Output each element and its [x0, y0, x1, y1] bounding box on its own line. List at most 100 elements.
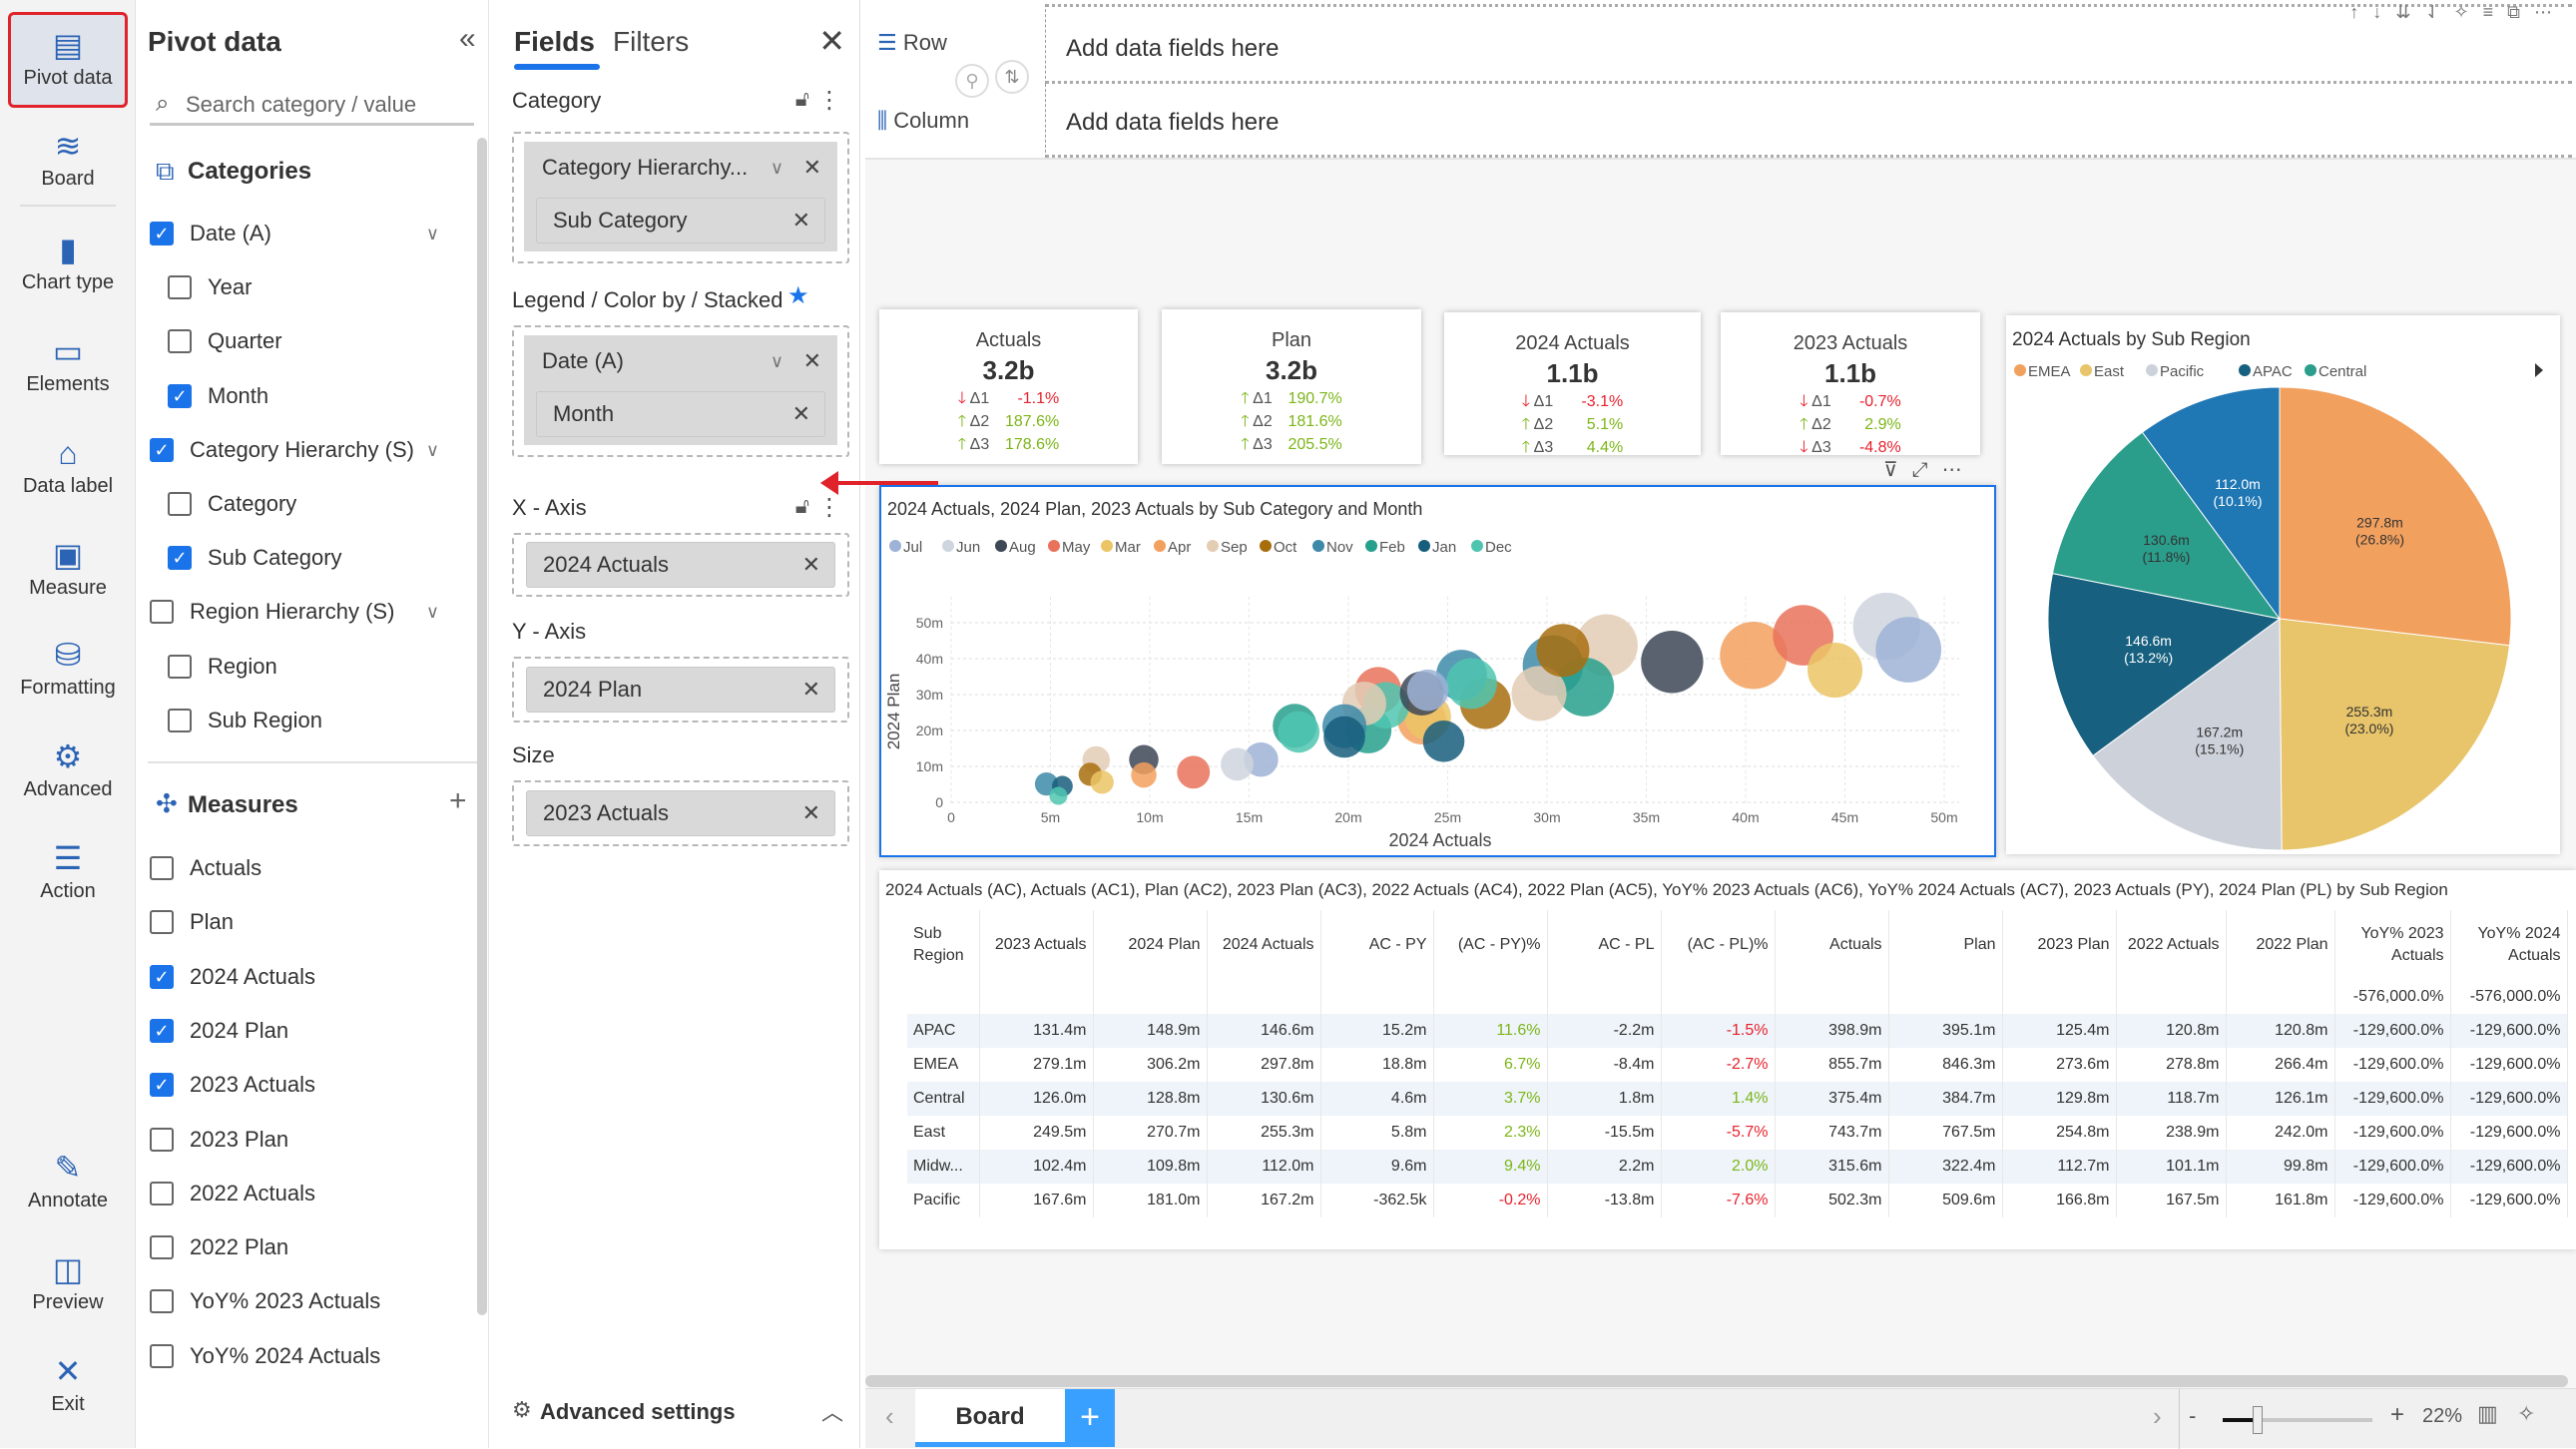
category-item[interactable]: ✓ Sub Category — [168, 538, 467, 578]
lock-icon[interactable]: 🔓︎ — [795, 86, 809, 112]
more-icon[interactable]: ⋮ — [817, 86, 841, 115]
rail-item-pivot-data[interactable]: ▤ Pivot data — [8, 12, 128, 108]
checkbox[interactable] — [150, 856, 174, 880]
checkbox[interactable]: ✓ — [150, 964, 174, 989]
pin-icon[interactable]: ✧ — [2517, 1401, 2535, 1427]
y-axis-chip[interactable]: 2024 Plan ✕ — [526, 667, 835, 713]
pie-slice[interactable] — [2279, 618, 2511, 851]
column-header[interactable]: AC - PL — [1547, 910, 1662, 980]
category-item[interactable]: Region — [168, 647, 467, 687]
measure-item[interactable]: 2022 Actuals — [150, 1174, 467, 1213]
checkbox[interactable] — [150, 1235, 174, 1260]
rail-item-exit[interactable]: ✕ Exit — [8, 1341, 128, 1437]
bubble-dec[interactable] — [1278, 711, 1320, 753]
checkbox[interactable]: ✓ — [168, 383, 192, 408]
checkbox[interactable]: ✓ — [168, 546, 192, 571]
bubble-mar[interactable] — [1090, 770, 1114, 794]
x-axis-dropzone[interactable]: 2024 Actuals ✕ — [512, 533, 849, 597]
legend-label[interactable]: East — [2094, 363, 2125, 380]
remove-icon[interactable]: ✕ — [802, 543, 820, 587]
checkbox[interactable] — [168, 329, 192, 354]
legend-label[interactable]: Feb — [1379, 539, 1405, 556]
kpi-card[interactable]: 2024 Actuals 1.1b 🡓 Δ1 -3.1% 🡑 Δ2 5.1% 🡑 Δ3 4.4… — [1444, 312, 1701, 456]
legend-label[interactable]: Sep — [1221, 539, 1248, 556]
prev-tab-icon[interactable]: ‹ — [885, 1401, 894, 1432]
zoom-out-button[interactable]: - — [2189, 1403, 2196, 1429]
legend-label[interactable]: Apr — [1168, 539, 1191, 556]
kpi-card[interactable]: Plan 3.2b 🡑 Δ1 190.7% 🡑 Δ2 181.6% 🡑 Δ3 205.5% — [1162, 309, 1421, 464]
rail-item-preview[interactable]: ◫ Preview — [8, 1239, 128, 1335]
measure-item[interactable]: ✓ 2024 Actuals — [150, 957, 467, 997]
measure-item[interactable]: ✓ 2023 Actuals — [150, 1065, 467, 1105]
legend-label[interactable]: Aug — [1009, 539, 1036, 556]
measure-item[interactable]: Actuals — [150, 848, 467, 888]
remove-icon[interactable]: ✕ — [803, 146, 821, 190]
bubble-apr[interactable] — [1131, 761, 1157, 788]
column-header[interactable]: (AC - PL)% — [1661, 910, 1776, 980]
column-header[interactable]: 2024 Actuals — [1207, 910, 1321, 980]
column-header[interactable]: Sub Region — [907, 910, 980, 980]
legend-label[interactable]: EMEA — [2028, 363, 2071, 380]
chevron-down-icon[interactable]: ∨ — [426, 430, 439, 470]
bubble-dec[interactable] — [1445, 658, 1497, 710]
checkbox[interactable] — [150, 1289, 174, 1314]
chevron-down-icon[interactable]: ∨ — [426, 214, 439, 253]
checkbox[interactable] — [150, 910, 174, 935]
legend-label[interactable]: May — [1062, 539, 1091, 556]
legend-label[interactable]: Dec — [1485, 539, 1512, 556]
category-item[interactable]: ✓ Date (A) ∨ — [150, 214, 467, 253]
checkbox[interactable] — [150, 1343, 174, 1368]
toolbar-icons[interactable]: ↑↓⇊⇃✧≡⧉⋯ — [2349, 2, 2566, 23]
column-header[interactable]: 2023 Actuals — [979, 910, 1094, 980]
data-table[interactable]: 2024 Actuals (AC), Actuals (AC1), Plan (… — [879, 870, 2576, 1249]
more-icon[interactable]: ⋮ — [817, 493, 841, 522]
kpi-card[interactable]: Actuals 3.2b 🡓 Δ1 -1.1% 🡑 Δ2 187.6% 🡑 Δ3 178.6% — [879, 309, 1138, 464]
measure-item[interactable]: Plan — [150, 902, 467, 942]
legend-next-icon[interactable] — [2535, 363, 2543, 377]
column-header[interactable]: 2024 Plan — [1093, 910, 1208, 980]
column-header[interactable]: YoY% 2023 Actuals — [2334, 910, 2451, 980]
category-dropzone[interactable]: Category Hierarchy... ∨ ✕ Sub Category ✕ — [512, 132, 849, 263]
checkbox[interactable] — [168, 275, 192, 300]
zoom-slider[interactable] — [2223, 1406, 2372, 1434]
tab-filters[interactable]: Filters — [613, 26, 689, 58]
checkbox[interactable] — [168, 654, 192, 679]
checkbox[interactable]: ✓ — [150, 222, 174, 245]
rail-item-data-label[interactable]: ⌂ Data label — [8, 423, 128, 519]
chevron-down-icon[interactable]: ∨ — [771, 146, 783, 190]
column-header[interactable]: 2023 Plan — [2002, 910, 2117, 980]
search-input[interactable]: Search category / value — [150, 84, 474, 126]
remove-icon[interactable]: ✕ — [803, 339, 821, 383]
table-row[interactable]: Midw... 102.4m 109.8m 112.0m 9.6m 9.4% 2.2m 2.0… — [907, 1150, 2568, 1184]
advanced-settings-button[interactable]: Advanced settings — [540, 1399, 736, 1425]
bubble-jul[interactable] — [1406, 669, 1449, 712]
remove-icon[interactable]: ✕ — [802, 668, 820, 712]
checkbox[interactable]: ✓ — [150, 1073, 174, 1098]
measure-item[interactable]: YoY% 2023 Actuals — [150, 1281, 467, 1321]
category-item[interactable]: Quarter — [168, 321, 467, 361]
tab-fields[interactable]: Fields — [514, 26, 595, 58]
bubble-may[interactable] — [1177, 755, 1211, 789]
category-item[interactable]: ✓ Category Hierarchy (S) ∨ — [150, 430, 467, 470]
remove-icon[interactable]: ✕ — [792, 199, 810, 242]
month-chip[interactable]: Month ✕ — [536, 391, 825, 437]
legend-label[interactable]: Jul — [903, 539, 922, 556]
legend-label[interactable]: Jan — [1432, 539, 1456, 556]
measure-item[interactable]: ✓ 2024 Plan — [150, 1011, 467, 1051]
checkbox[interactable]: ✓ — [150, 437, 174, 462]
checkbox[interactable]: ✓ — [150, 1018, 174, 1043]
next-tab-icon[interactable]: › — [2153, 1401, 2162, 1432]
column-header[interactable]: AC - PY — [1320, 910, 1434, 980]
fit-page-icon[interactable]: ▥ — [2477, 1401, 2498, 1427]
zoom-in-button[interactable]: + — [2390, 1401, 2404, 1429]
column-header[interactable]: Actuals — [1775, 910, 1889, 980]
checkbox[interactable] — [150, 1127, 174, 1152]
table-row[interactable]: East 249.5m 270.7m 255.3m 5.8m 2.3% -15.5m -5.7… — [907, 1116, 2568, 1150]
table-row[interactable]: EMEA 279.1m 306.2m 297.8m 18.8m 6.7% -8.4m -2.7… — [907, 1048, 2568, 1082]
column-header[interactable]: YoY% 2024 Actuals — [2450, 910, 2568, 980]
measure-item[interactable]: 2023 Plan — [150, 1120, 467, 1160]
rail-item-board[interactable]: ≋ Board — [8, 116, 128, 212]
column-header[interactable]: 2022 Actuals — [2116, 910, 2227, 980]
bubble-dec[interactable] — [1049, 786, 1068, 805]
chevron-down-icon[interactable]: ∨ — [426, 592, 439, 632]
